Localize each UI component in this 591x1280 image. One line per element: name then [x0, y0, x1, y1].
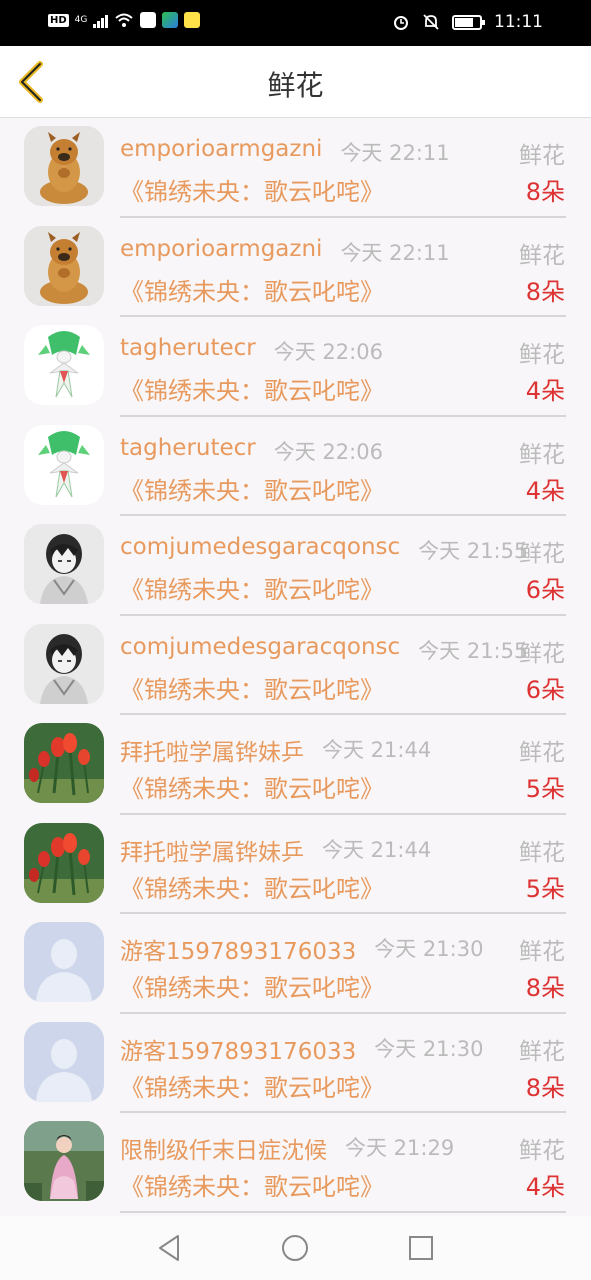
wifi-icon: [115, 13, 134, 27]
gift-count: 4朵: [525, 377, 565, 405]
gift-time: 今天 21:44: [322, 738, 432, 762]
gift-type: 鲜花: [519, 541, 565, 567]
gift-time: 今天 22:11: [340, 240, 450, 265]
gift-type: 鲜花: [519, 640, 565, 667]
gift-count: 8朵: [525, 277, 565, 306]
list-item[interactable]: 游客1597893176033 今天 21:30 鲜花《锦绣未央：歌云叱咤》 8朵: [0, 914, 591, 1014]
book-title: 《锦绣未央：歌云叱咤》: [120, 277, 384, 306]
triangle-back-icon[interactable]: [151, 1230, 187, 1266]
user-name[interactable]: emporioarmgazni: [120, 136, 322, 162]
gift-count: 8朵: [525, 974, 565, 1002]
default-avatar[interactable]: [24, 1021, 104, 1102]
gift-count: 8朵: [525, 178, 565, 206]
anime-avatar[interactable]: [24, 623, 104, 704]
book-title: 《锦绣未央：歌云叱咤》: [120, 1173, 384, 1201]
character-avatar[interactable]: [24, 325, 104, 405]
video-app-icon: [162, 12, 179, 28]
book-title: 《锦绣未央：歌云叱咤》: [120, 775, 384, 803]
book-title: 《锦绣未央：歌云叱咤》: [120, 1073, 384, 1102]
photo-avatar[interactable]: [24, 1121, 104, 1201]
user-name[interactable]: 拜托啦学属铧妹乒: [120, 733, 304, 767]
network-type: 4G: [74, 14, 88, 25]
clock: 11:11: [494, 12, 543, 32]
book-title: 《锦绣未央：歌云叱咤》: [120, 178, 384, 206]
user-name[interactable]: emporioarmgazni: [120, 236, 322, 262]
circle-home-icon[interactable]: [277, 1230, 313, 1266]
divider: [120, 1210, 566, 1213]
gift-time: 今天 22:11: [340, 141, 450, 165]
gift-count: 4朵: [525, 1173, 565, 1201]
list-item[interactable]: comjumedesgaracqonsc 今天 21:55 鲜花《锦绣未央：歌云叱咤…: [0, 516, 591, 616]
list-item[interactable]: comjumedesgaracqonsc 今天 21:55 鲜花《锦绣未央：歌云叱咤…: [0, 616, 591, 715]
page-title: 鲜花: [267, 69, 324, 102]
square-recents-icon[interactable]: [403, 1230, 439, 1266]
user-name[interactable]: 限制级仟末日症沈候: [120, 1131, 327, 1165]
gift-time: 今天 22:06: [273, 439, 383, 464]
status-left: HD 4G: [48, 12, 201, 28]
gift-count: 5朵: [525, 775, 565, 803]
user-name[interactable]: tagherutecr: [120, 435, 256, 461]
user-name[interactable]: tagherutecr: [120, 335, 256, 361]
gift-type: 鲜花: [519, 1038, 565, 1065]
flower-avatar[interactable]: [24, 822, 104, 903]
gift-type: 鲜花: [519, 242, 565, 269]
user-name[interactable]: comjumedesgaracqonsc: [120, 634, 400, 660]
list-item[interactable]: 拜托啦学属铧妹乒 今天 21:44 鲜花《锦绣未央：歌云叱咤》 5朵: [0, 715, 591, 815]
header: 鲜花: [0, 46, 591, 118]
book-title: 《锦绣未央：歌云叱咤》: [120, 675, 384, 704]
flower-list: emporioarmgazni 今天 22:11 鲜花 《锦绣未央：歌云叱咤》 8朵 em…: [0, 118, 591, 1213]
book-title: 《锦绣未央：歌云叱咤》: [120, 377, 384, 405]
gift-type: 鲜花: [519, 342, 565, 368]
gift-type: 鲜花: [519, 1138, 565, 1164]
gift-count: 4朵: [525, 476, 565, 505]
list-item[interactable]: 游客1597893176033 今天 21:30 鲜花《锦绣未央：歌云叱咤》 8朵: [0, 1014, 591, 1113]
list-item[interactable]: emporioarmgazni 今天 22:11 鲜花《锦绣未央：歌云叱咤》 8朵: [0, 118, 591, 218]
gift-type: 鲜花: [519, 939, 565, 965]
default-avatar[interactable]: [24, 922, 104, 1002]
gift-count: 6朵: [525, 576, 565, 604]
book-title: 《锦绣未央：歌云叱咤》: [120, 476, 384, 505]
gift-time: 今天 21:29: [345, 1136, 455, 1160]
gift-time: 今天 22:06: [273, 340, 383, 364]
hd-badge: HD: [48, 13, 69, 27]
status-bar: HD 4G 11:11: [0, 0, 591, 46]
anime-avatar[interactable]: [24, 524, 104, 604]
gift-count: 5朵: [525, 874, 565, 903]
gift-type: 鲜花: [519, 740, 565, 766]
mute-icon: [423, 14, 439, 30]
battery-icon: [452, 14, 485, 30]
gift-time: 今天 21:30: [374, 1036, 484, 1061]
dog-avatar[interactable]: [24, 126, 104, 206]
dog-avatar[interactable]: [24, 225, 104, 306]
gift-count: 6朵: [525, 675, 565, 704]
list-item[interactable]: tagherutecr 今天 22:06 鲜花《锦绣未央：歌云叱咤》 4朵: [0, 417, 591, 516]
emoji-app-icon: [184, 12, 201, 28]
user-name[interactable]: 游客1597893176033: [120, 932, 356, 966]
signal-icon: [93, 12, 109, 28]
alarm-icon: [394, 16, 408, 30]
book-title: 《锦绣未央：歌云叱咤》: [120, 874, 384, 903]
user-name[interactable]: 游客1597893176033: [120, 1032, 356, 1066]
gift-type: 鲜花: [519, 441, 565, 468]
list-item[interactable]: tagherutecr 今天 22:06 鲜花《锦绣未央：歌云叱咤》 4朵: [0, 317, 591, 417]
status-right: 11:11: [392, 12, 543, 32]
gift-time: 今天 21:44: [322, 837, 432, 862]
book-title: 《锦绣未央：歌云叱咤》: [120, 576, 384, 604]
flower-avatar[interactable]: [24, 723, 104, 803]
penguin-app-icon: [140, 12, 157, 28]
list-item[interactable]: 限制级仟末日症沈候 今天 21:29 鲜花《锦绣未央：歌云叱咤》 4朵: [0, 1113, 591, 1213]
gift-count: 8朵: [525, 1073, 565, 1102]
user-name[interactable]: 拜托啦学属铧妹乒: [120, 833, 304, 867]
gift-type: 鲜花: [519, 839, 565, 866]
book-title: 《锦绣未央：歌云叱咤》: [120, 974, 384, 1002]
character-avatar[interactable]: [24, 424, 104, 505]
list-item[interactable]: 拜托啦学属铧妹乒 今天 21:44 鲜花《锦绣未央：歌云叱咤》 5朵: [0, 815, 591, 914]
list-item[interactable]: emporioarmgazni 今天 22:11 鲜花《锦绣未央：歌云叱咤》 8朵: [0, 218, 591, 317]
user-name[interactable]: comjumedesgaracqonsc: [120, 534, 400, 560]
navigation-bar: [0, 1216, 591, 1280]
gift-type: 鲜花: [519, 143, 565, 169]
gift-time: 今天 21:55: [418, 539, 528, 563]
gift-time: 今天 21:30: [374, 937, 484, 961]
gift-time: 今天 21:55: [418, 638, 528, 663]
